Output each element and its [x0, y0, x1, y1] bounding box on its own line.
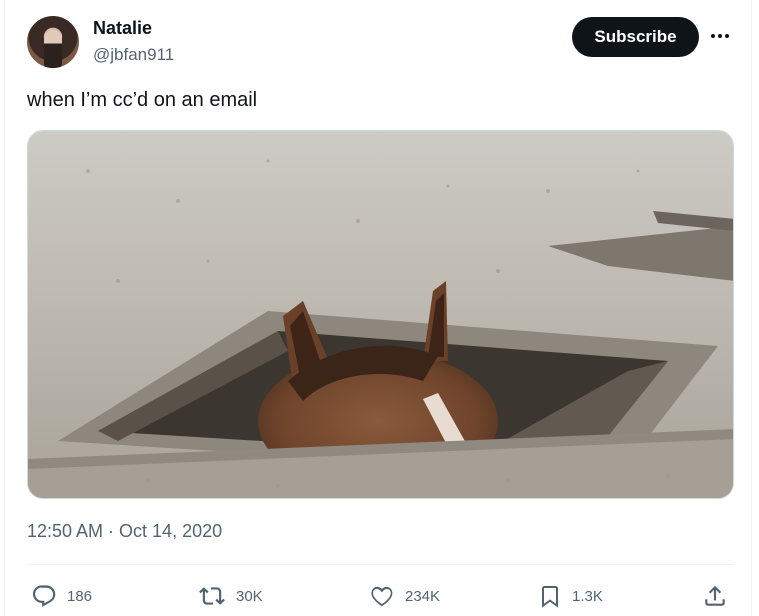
tweet-timestamp[interactable]: 12:50 AM · Oct 14, 2020 [27, 521, 222, 542]
bookmark-button[interactable]: 1.3K [538, 582, 603, 610]
tweet-image[interactable] [27, 130, 734, 499]
more-options-icon[interactable] [708, 24, 732, 48]
divider [27, 564, 734, 565]
reply-button[interactable]: 186 [31, 582, 92, 610]
avatar[interactable] [27, 16, 79, 68]
author-name[interactable]: Natalie [93, 18, 152, 39]
tweet-card: Natalie @jbfan911 Subscribe when I’m cc’… [4, 0, 752, 616]
bookmark-count: 1.3K [572, 587, 603, 605]
author-handle[interactable]: @jbfan911 [93, 45, 174, 65]
like-count: 234K [405, 587, 441, 605]
repost-icon [198, 583, 226, 609]
avatar-figure [44, 30, 62, 68]
repost-count: 30K [236, 587, 263, 605]
like-button[interactable]: 234K [369, 582, 440, 610]
subscribe-button[interactable]: Subscribe [572, 17, 699, 57]
share-icon [702, 583, 728, 609]
tweet-text: when I’m cc’d on an email [27, 89, 258, 111]
heart-icon [369, 583, 395, 609]
reply-count: 186 [67, 587, 93, 605]
reply-icon [31, 583, 57, 609]
bookmark-icon [538, 583, 562, 609]
repost-button[interactable]: 30K [198, 582, 263, 610]
share-button[interactable] [702, 582, 728, 610]
